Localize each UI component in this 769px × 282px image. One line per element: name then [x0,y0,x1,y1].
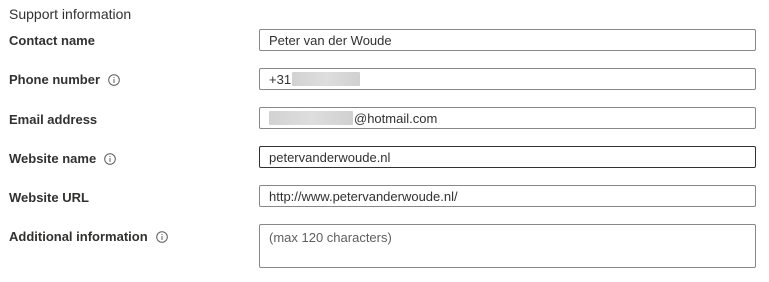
contact-name-value: Peter van der Woude [269,32,392,48]
contact-name-label: Contact name [9,33,95,48]
website-name-label-text: Website name [9,151,97,166]
website-url-value: http://www.petervanderwoude.nl/ [269,188,458,204]
email-address-suffix: @hotmail.com [354,110,438,126]
contact-name-input[interactable]: Peter van der Woude [259,29,756,51]
phone-number-label: Phone number [9,72,120,87]
additional-information-placeholder: (max 120 characters) [269,230,392,245]
email-address-input[interactable]: @hotmail.com [259,107,756,129]
info-circle-icon [155,230,168,243]
phone-number-redacted [292,72,361,86]
additional-information-label-text: Additional information [9,229,148,244]
section-title: Support information [9,6,132,22]
info-icon[interactable] [155,230,168,243]
website-url-label-text: Website URL [9,190,89,205]
website-url-input[interactable]: http://www.petervanderwoude.nl/ [259,185,756,207]
email-address-redacted [269,111,353,125]
website-url-label: Website URL [9,190,89,205]
email-address-label: Email address [9,112,97,127]
website-name-label: Website name [9,151,116,166]
info-icon[interactable] [108,73,120,86]
website-name-value: petervanderwoude.nl [269,149,391,165]
additional-information-label: Additional information [9,229,168,244]
phone-number-input[interactable]: +31 [259,68,756,90]
phone-number-prefix: +31 [269,71,292,87]
website-name-input[interactable]: petervanderwoude.nl [259,146,756,168]
additional-information-textarea[interactable]: (max 120 characters) [259,224,756,268]
contact-name-label-text: Contact name [9,33,95,48]
info-circle-icon [108,73,120,86]
email-address-label-text: Email address [9,112,98,127]
phone-number-label-text: Phone number [9,72,101,87]
info-circle-icon [104,152,116,165]
info-icon[interactable] [104,152,116,165]
